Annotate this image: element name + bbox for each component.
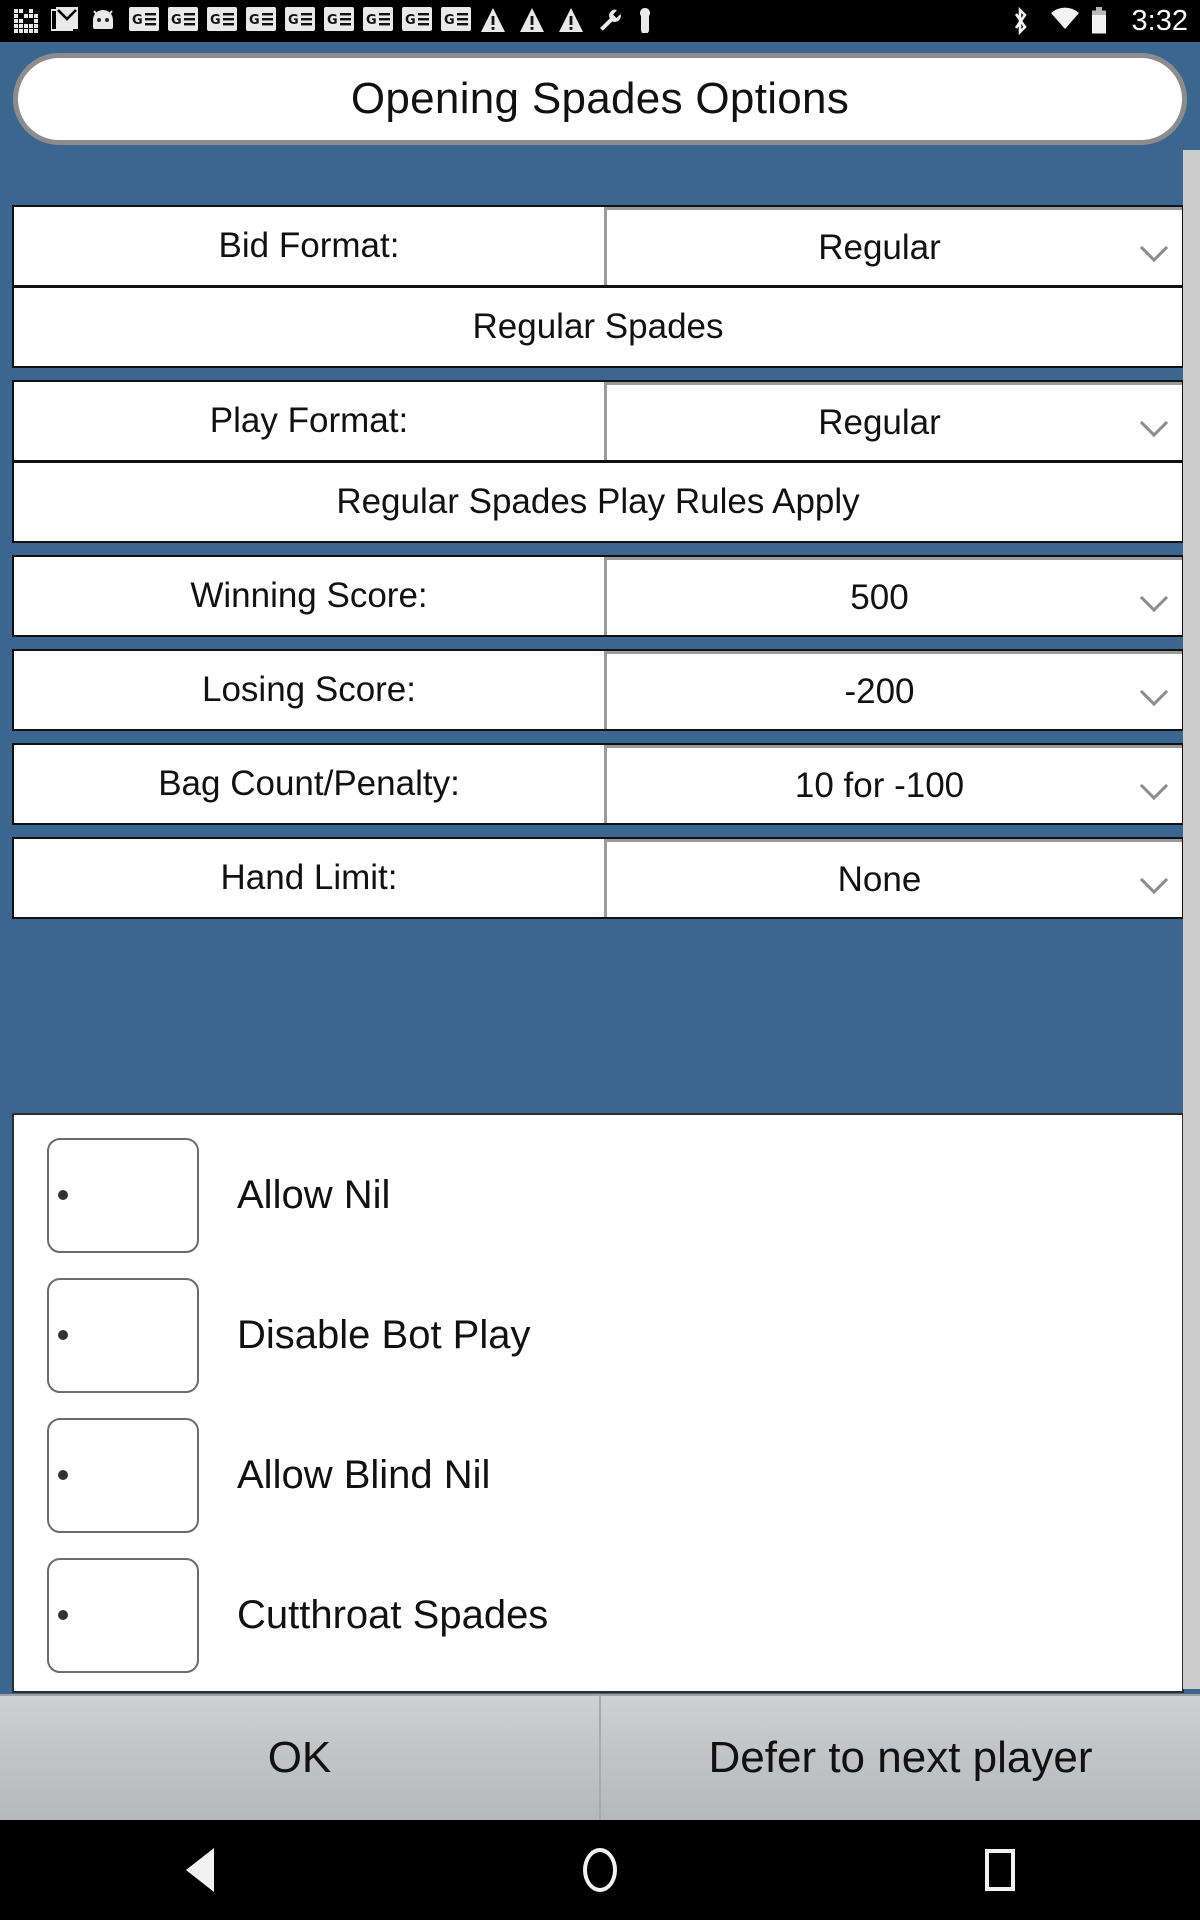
setting-label-play-format: Play Format: — [14, 382, 604, 460]
android-navigation-bar — [0, 1820, 1200, 1920]
checkbox-row-cutthroat-spades[interactable]: Cutthroat Spades — [14, 1545, 1182, 1685]
setting-group-losing-score: Losing Score: -200 — [12, 649, 1184, 731]
svg-text:G: G — [327, 13, 338, 28]
nav-recents-button[interactable] — [940, 1820, 1060, 1920]
home-circle-icon — [583, 1848, 617, 1892]
setting-value-bid-format: Regular — [818, 227, 941, 267]
svg-text:G: G — [171, 13, 182, 28]
warning-triangle-icon — [519, 7, 547, 35]
setting-value-hand-limit: None — [837, 859, 922, 899]
checkbox-row-allow-blind-nil[interactable]: Allow Blind Nil — [14, 1405, 1182, 1545]
checkbox-allow-nil[interactable] — [47, 1137, 199, 1253]
nav-back-button[interactable] — [140, 1820, 260, 1920]
setting-group-bag-count: Bag Count/Penalty: 10 for -100 — [12, 743, 1184, 825]
key-icon — [636, 7, 664, 35]
setting-label-bid-format: Bid Format: — [14, 207, 604, 285]
defer-to-next-player-button[interactable]: Defer to next player — [599, 1694, 1200, 1820]
recents-square-icon — [985, 1849, 1015, 1891]
setting-group-bid-format: Bid Format: Regular Regular Spades — [12, 205, 1184, 368]
setting-row-bag-count[interactable]: Bag Count/Penalty: 10 for -100 — [14, 745, 1182, 823]
settings-list: Bid Format: Regular Regular Spades Play … — [12, 205, 1184, 931]
setting-group-winning-score: Winning Score: 500 — [12, 555, 1184, 637]
vertical-scrollbar[interactable] — [1183, 150, 1200, 1689]
svg-text:G: G — [210, 13, 221, 28]
setting-row-play-format[interactable]: Play Format: Regular — [14, 382, 1182, 460]
ge-news-icon: G — [324, 7, 354, 35]
setting-label-bag-count: Bag Count/Penalty: — [14, 745, 604, 823]
chevron-down-icon — [1139, 408, 1169, 437]
status-bar-notification-icons: G G G G G G G G G — [14, 7, 1010, 35]
setting-label-hand-limit: Hand Limit: — [14, 839, 604, 917]
checkbox-label-allow-blind-nil: Allow Blind Nil — [237, 1452, 491, 1497]
chevron-down-icon — [1139, 233, 1169, 262]
setting-label-losing-score: Losing Score: — [14, 651, 604, 729]
setting-value-play-format: Regular — [818, 402, 941, 442]
setting-spinner-play-format[interactable]: Regular — [604, 382, 1182, 460]
checkbox-label-cutthroat-spades: Cutthroat Spades — [237, 1592, 549, 1637]
pixel-grid-icon — [14, 7, 40, 35]
setting-row-winning-score[interactable]: Winning Score: 500 — [14, 557, 1182, 635]
options-checkbox-panel: Allow Nil Disable Bot Play Allow Blind N… — [12, 1113, 1184, 1693]
status-bar-clock: 3:32 — [1131, 4, 1188, 37]
warning-triangle-icon — [558, 7, 586, 35]
ge-news-icon: G — [129, 7, 159, 35]
chevron-down-icon — [1139, 677, 1169, 706]
ge-news-icon: G — [207, 7, 237, 35]
back-triangle-icon — [186, 1848, 214, 1892]
wrench-icon — [597, 7, 625, 35]
setting-spinner-bag-count[interactable]: 10 for -100 — [604, 745, 1182, 823]
setting-spinner-bid-format[interactable]: Regular — [604, 207, 1182, 285]
setting-spinner-losing-score[interactable]: -200 — [604, 651, 1182, 729]
setting-row-bid-format[interactable]: Bid Format: Regular — [14, 207, 1182, 285]
checkbox-row-allow-nil[interactable]: Allow Nil — [14, 1125, 1182, 1265]
page-title: Opening Spades Options — [13, 53, 1187, 145]
ge-news-icon: G — [285, 7, 315, 35]
setting-value-winning-score: 500 — [850, 577, 909, 617]
ge-news-icon: G — [441, 7, 471, 35]
ge-news-icon: G — [363, 7, 393, 35]
checkbox-row-disable-bot-play[interactable]: Disable Bot Play — [14, 1265, 1182, 1405]
page-title-text: Opening Spades Options — [350, 74, 850, 123]
android-head-icon — [90, 7, 118, 35]
nav-home-button[interactable] — [540, 1820, 660, 1920]
svg-text:G: G — [132, 13, 143, 28]
app-screen: G G G G G G G G G 3:32 Opening Spades Op… — [0, 0, 1200, 1920]
svg-text:G: G — [288, 13, 299, 28]
status-bar-system-icons: 3:32 — [1010, 4, 1188, 37]
svg-text:G: G — [249, 13, 260, 28]
checkbox-cutthroat-spades[interactable] — [47, 1557, 199, 1673]
checkbox-allow-blind-nil[interactable] — [47, 1417, 199, 1533]
checkbox-label-disable-bot-play: Disable Bot Play — [237, 1312, 531, 1357]
checkbox-label-allow-nil: Allow Nil — [237, 1172, 391, 1217]
warning-triangle-icon — [480, 7, 508, 35]
svg-text:G: G — [405, 13, 416, 28]
setting-row-losing-score[interactable]: Losing Score: -200 — [14, 651, 1182, 729]
chevron-down-icon — [1139, 583, 1169, 612]
gmail-icon — [50, 7, 79, 35]
setting-value-losing-score: -200 — [844, 671, 915, 711]
svg-text:G: G — [444, 13, 455, 28]
chevron-down-icon — [1139, 865, 1169, 894]
setting-group-hand-limit: Hand Limit: None — [12, 837, 1184, 919]
ok-button[interactable]: OK — [0, 1694, 599, 1820]
wifi-icon — [1050, 7, 1079, 35]
battery-icon — [1090, 7, 1118, 35]
setting-description-bid-format: Regular Spades — [14, 285, 1182, 366]
setting-description-play-format: Regular Spades Play Rules Apply — [14, 460, 1182, 541]
ge-news-icon: G — [246, 7, 276, 35]
bluetooth-icon — [1010, 6, 1038, 36]
status-bar: G G G G G G G G G 3:32 — [0, 0, 1200, 42]
dialog-button-bar: OK Defer to next player — [0, 1694, 1200, 1820]
checkbox-disable-bot-play[interactable] — [47, 1277, 199, 1393]
setting-value-bag-count: 10 for -100 — [794, 765, 965, 805]
setting-label-winning-score: Winning Score: — [14, 557, 604, 635]
setting-row-hand-limit[interactable]: Hand Limit: None — [14, 839, 1182, 917]
ge-news-icon: G — [168, 7, 198, 35]
ge-news-icon: G — [402, 7, 432, 35]
setting-spinner-hand-limit[interactable]: None — [604, 839, 1182, 917]
svg-text:G: G — [366, 13, 377, 28]
chevron-down-icon — [1139, 771, 1169, 800]
setting-spinner-winning-score[interactable]: 500 — [604, 557, 1182, 635]
setting-group-play-format: Play Format: Regular Regular Spades Play… — [12, 380, 1184, 543]
